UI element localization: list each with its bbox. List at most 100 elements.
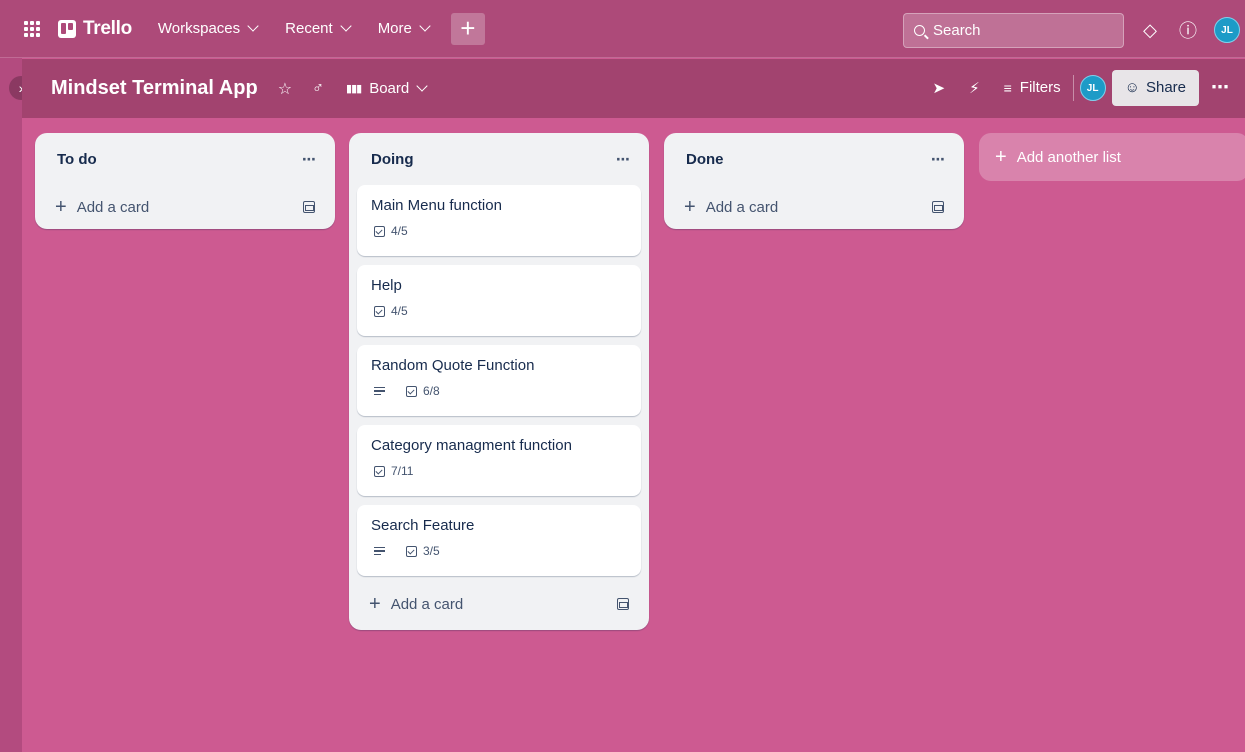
more-label: More	[377, 20, 412, 37]
create-button[interactable]: +	[450, 12, 485, 45]
card-template-icon[interactable]	[303, 201, 315, 213]
add-card-button[interactable]: + Add a card	[684, 196, 778, 219]
add-card-button[interactable]: + Add a card	[55, 196, 149, 219]
list-menu-icon[interactable]: ⋯	[616, 151, 631, 168]
filters-button[interactable]: ≡ Filters	[1004, 79, 1061, 96]
share-button[interactable]: ☺ Share	[1111, 69, 1199, 106]
list-title[interactable]: Doing	[371, 151, 414, 168]
add-member-icon: ☺	[1124, 79, 1140, 96]
list-title[interactable]: To do	[57, 151, 97, 168]
card-badges: 6/8	[371, 384, 627, 398]
user-avatar[interactable]: JL	[1214, 17, 1240, 43]
visibility-icon[interactable]: ♂	[312, 80, 324, 98]
list-header: Doing ⋯	[349, 133, 649, 185]
add-card-label: Add a card	[390, 595, 464, 613]
checklist-badge: 6/8	[406, 384, 440, 398]
add-card-button[interactable]: + Add a card	[369, 593, 463, 616]
chevron-down-icon	[416, 80, 428, 92]
checklist-icon	[374, 305, 385, 317]
list-done: Done ⋯ + Add a card	[664, 133, 964, 229]
chevron-down-icon	[247, 20, 259, 32]
list-to-do: To do ⋯ + Add a card	[35, 133, 335, 229]
logo-text: Trello	[83, 17, 132, 39]
checklist-icon	[406, 545, 417, 557]
card-title: Random Quote Function	[371, 357, 535, 374]
description-icon	[374, 546, 385, 556]
recent-label: Recent	[285, 20, 333, 37]
plus-icon: +	[369, 592, 381, 615]
search-input[interactable]: Search	[903, 13, 1124, 48]
search-icon	[914, 25, 925, 36]
card-title: Category managment function	[371, 437, 572, 454]
chevron-down-icon	[419, 20, 431, 32]
add-list-label: Add another list	[1016, 148, 1121, 166]
trello-logo[interactable]: Trello	[58, 18, 132, 40]
add-card-row: + Add a card	[664, 185, 964, 229]
list-header: Done ⋯	[664, 133, 964, 185]
list-doing: Doing ⋯ Main Menu function 4/5 Help 4/5 …	[349, 133, 649, 630]
description-icon	[374, 386, 385, 396]
star-icon[interactable]: ☆	[278, 79, 292, 99]
top-icons: ◇ ⓘ JL	[1138, 17, 1240, 43]
chevron-down-icon	[340, 20, 352, 32]
card-template-icon[interactable]	[617, 598, 629, 610]
checklist-icon	[374, 225, 385, 237]
power-ups-icon[interactable]: ➤	[933, 79, 946, 97]
card-category-managment-function[interactable]: Category managment function 7/11	[357, 425, 641, 496]
card-main-menu-function[interactable]: Main Menu function 4/5	[357, 185, 641, 256]
nav-menu: Workspaces Recent More +	[158, 12, 485, 45]
more-menu[interactable]: More	[377, 20, 431, 37]
board-header-actions: ➤ ⚡ ≡ Filters JL ☺ Share ⋯	[933, 69, 1245, 106]
collapsed-sidebar	[0, 58, 22, 752]
divider	[1072, 74, 1074, 101]
board-view-switcher[interactable]: ▮▮▮ Board	[346, 80, 428, 97]
automation-icon[interactable]: ⚡	[969, 79, 980, 97]
card-badges: 3/5	[371, 544, 627, 558]
filters-label: Filters	[1019, 79, 1061, 96]
list-title[interactable]: Done	[686, 151, 724, 168]
card-badges: 7/11	[371, 464, 627, 478]
notifications-icon[interactable]: ◇	[1138, 20, 1162, 41]
card-search-feature[interactable]: Search Feature 3/5	[357, 505, 641, 576]
checklist-count: 3/5	[423, 544, 440, 558]
card-badges: 4/5	[371, 224, 627, 238]
add-card-row: + Add a card	[349, 582, 649, 626]
board-menu-icon[interactable]: ⋯	[1211, 77, 1229, 98]
list-header: To do ⋯	[35, 133, 335, 185]
card-title: Help	[371, 277, 402, 294]
help-icon[interactable]: ⓘ	[1176, 17, 1200, 43]
app-switcher-icon[interactable]	[22, 19, 42, 39]
workspaces-menu[interactable]: Workspaces	[158, 20, 259, 37]
card-template-icon[interactable]	[932, 201, 944, 213]
plus-icon: +	[684, 195, 696, 218]
list-menu-icon[interactable]: ⋯	[931, 151, 946, 168]
checklist-badge: 3/5	[406, 544, 440, 558]
list-menu-icon[interactable]: ⋯	[302, 151, 317, 168]
add-card-label: Add a card	[76, 198, 150, 216]
top-navigation: Trello Workspaces Recent More + Search ◇…	[0, 0, 1245, 58]
checklist-count: 4/5	[391, 224, 408, 238]
checklist-count: 4/5	[391, 304, 408, 318]
board-title[interactable]: Mindset Terminal App	[51, 77, 258, 100]
checklist-badge: 4/5	[374, 304, 408, 318]
board-view-label: Board	[369, 80, 410, 97]
add-card-row: + Add a card	[35, 185, 335, 229]
card-random-quote-function[interactable]: Random Quote Function 6/8	[357, 345, 641, 416]
card-title: Main Menu function	[371, 197, 502, 214]
board-view-icon: ▮▮▮	[346, 83, 362, 95]
share-label: Share	[1145, 79, 1186, 96]
filter-icon: ≡	[1003, 79, 1012, 96]
add-list-button[interactable]: + Add another list	[979, 133, 1245, 181]
checklist-badge: 7/11	[374, 464, 413, 478]
card-help[interactable]: Help 4/5	[357, 265, 641, 336]
board-member-avatar[interactable]: JL	[1079, 74, 1106, 101]
plus-icon: +	[55, 195, 67, 218]
recent-menu[interactable]: Recent	[285, 20, 352, 37]
card-title: Search Feature	[371, 517, 475, 534]
checklist-count: 6/8	[423, 384, 440, 398]
checklist-count: 7/11	[391, 464, 414, 478]
plus-icon: +	[995, 145, 1007, 168]
checklist-icon	[406, 385, 417, 397]
trello-logo-icon	[58, 19, 76, 38]
add-card-label: Add a card	[705, 198, 779, 216]
